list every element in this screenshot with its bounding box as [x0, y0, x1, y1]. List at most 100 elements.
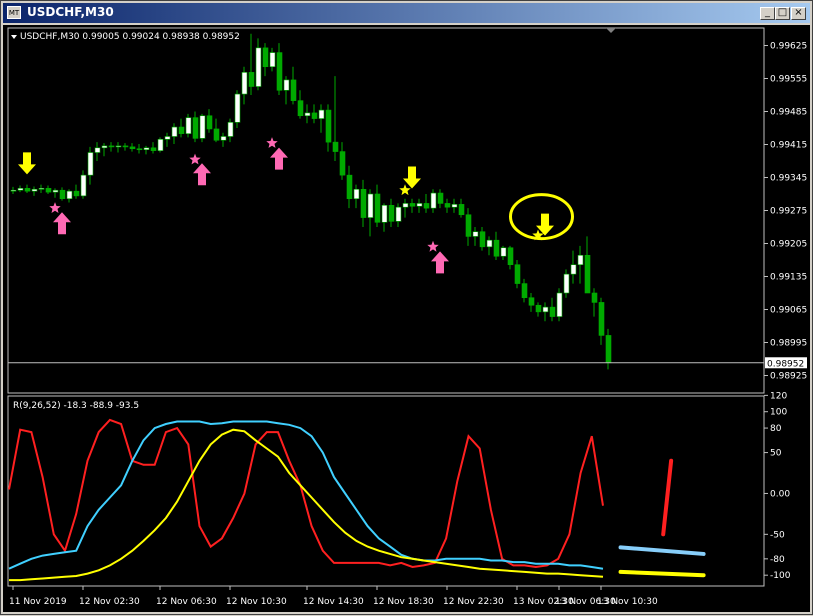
- candle-body: [549, 306, 556, 317]
- time-tick-label: 12 Nov 18:30: [373, 597, 434, 607]
- candle-body: [101, 145, 108, 149]
- chart-area[interactable]: USDCHF,M30 0.99005 0.99024 0.98938 0.989…: [3, 25, 810, 612]
- window-title: USDCHF,M30: [27, 5, 114, 19]
- indicator-tick-label: -80: [770, 555, 785, 565]
- indicator-tick-label: 120: [770, 391, 787, 401]
- price-chart-header: USDCHF,M30 0.99005 0.99024 0.98938 0.989…: [20, 32, 240, 42]
- signal-star-icon: [399, 184, 411, 196]
- candle-body: [241, 72, 248, 95]
- candle-body: [395, 206, 402, 222]
- minimize-button[interactable]: _: [760, 7, 775, 20]
- candle-body: [437, 192, 444, 204]
- current-price-label: 0.98952: [767, 359, 804, 369]
- price-tick-label: 0.99485: [770, 108, 807, 118]
- candle-body: [325, 109, 332, 143]
- candle-body: [304, 112, 311, 117]
- price-y-axis: 0.99625 0.99555 0.99485 0.99415 0.99345 0.992…: [764, 42, 807, 382]
- candle-body: [129, 146, 136, 150]
- time-tick-label: 12 Nov 06:30: [156, 597, 217, 607]
- candle-body: [10, 189, 17, 192]
- candle-body: [318, 109, 325, 119]
- candle-body: [220, 136, 227, 141]
- time-tick-label: 11 Nov 2019: [9, 597, 67, 607]
- candle-body: [514, 264, 521, 284]
- title-bar[interactable]: MT USDCHF,M30 _ □ ×: [3, 3, 810, 23]
- price-tick-label: 0.99555: [770, 75, 807, 85]
- candle-body: [367, 193, 374, 218]
- indicator-lines: [8, 418, 604, 582]
- buy-arrow-icon: [431, 251, 449, 274]
- candle-body: [94, 147, 101, 153]
- candle-body: [115, 145, 122, 148]
- indicator-header: R(9,26,52) -18.3 -88.9 -93.5: [13, 401, 139, 411]
- candle-body: [122, 145, 129, 148]
- time-tick-label: 12 Nov 02:30: [79, 597, 140, 607]
- price-tick-label: 0.99415: [770, 141, 807, 151]
- candle-body: [185, 117, 192, 134]
- candle-body: [213, 128, 220, 141]
- app-icon: MT: [7, 6, 21, 19]
- indicator-tick-label: -50: [770, 530, 785, 540]
- maximize-button[interactable]: □: [775, 7, 790, 20]
- candle-body: [73, 190, 80, 197]
- symbol-menu-icon[interactable]: [11, 35, 17, 39]
- candle-body: [255, 47, 262, 87]
- candle-body: [164, 136, 171, 140]
- shift-marker-icon[interactable]: [606, 28, 616, 33]
- candle-body: [528, 297, 535, 306]
- candle-body: [206, 115, 213, 130]
- candle-body: [570, 264, 577, 275]
- candle-body: [136, 148, 143, 151]
- candle-body: [346, 174, 353, 200]
- candle-body: [17, 188, 24, 191]
- candle-body: [458, 204, 465, 216]
- candle-body: [157, 139, 164, 151]
- chart-canvas[interactable]: USDCHF,M30 0.99005 0.99024 0.98938 0.989…: [3, 25, 810, 612]
- time-tick-label: 12 Nov 14:30: [303, 597, 364, 607]
- candle-body: [234, 93, 241, 123]
- indicator-series-line: [8, 420, 604, 570]
- candle-body: [493, 239, 500, 257]
- buy-arrow-icon: [53, 212, 71, 235]
- price-tick-label: 0.99205: [770, 240, 807, 250]
- candle-body: [472, 231, 479, 237]
- candle-body: [80, 174, 87, 197]
- price-tick-label: 0.98925: [770, 372, 807, 382]
- candle-body: [332, 141, 339, 152]
- candle-body: [374, 193, 381, 223]
- indicator-annotations: [618, 458, 706, 578]
- candle-body: [563, 273, 570, 294]
- candle-body: [199, 115, 206, 139]
- indicator-y-axis: 120 100 80 50 0.00 -50 -80 -100: [764, 391, 791, 581]
- price-tick-label: 0.99345: [770, 174, 807, 184]
- candle-body: [360, 188, 367, 218]
- candle-body: [465, 214, 472, 237]
- candle-body: [353, 188, 360, 200]
- candle-body: [87, 152, 94, 176]
- signal-star-icon: [189, 153, 201, 165]
- candle-body: [409, 203, 416, 207]
- signal-star-icon: [49, 202, 61, 213]
- drawn-annotation-line: [618, 545, 706, 556]
- close-button[interactable]: ×: [791, 7, 806, 20]
- candle-body: [542, 306, 549, 313]
- drawn-annotation-line: [661, 458, 674, 537]
- candle-body: [402, 203, 409, 208]
- candle-body: [598, 302, 605, 336]
- signal-star-icon: [266, 137, 278, 148]
- candle-body: [59, 189, 66, 200]
- time-tick-label: 13 Nov 10:30: [597, 597, 658, 607]
- candle-body: [479, 231, 486, 248]
- candle-body: [192, 117, 199, 139]
- candle-body: [451, 204, 458, 208]
- candle-body: [297, 100, 304, 117]
- candle-body: [556, 292, 563, 317]
- indicator-tick-label: 50: [770, 449, 782, 459]
- candle-body: [577, 254, 584, 266]
- candle-body: [24, 188, 31, 192]
- candle-body: [108, 145, 115, 148]
- candle-body: [269, 52, 276, 68]
- candle-body: [430, 192, 437, 209]
- candle-body: [500, 247, 507, 257]
- candle-body: [143, 147, 150, 150]
